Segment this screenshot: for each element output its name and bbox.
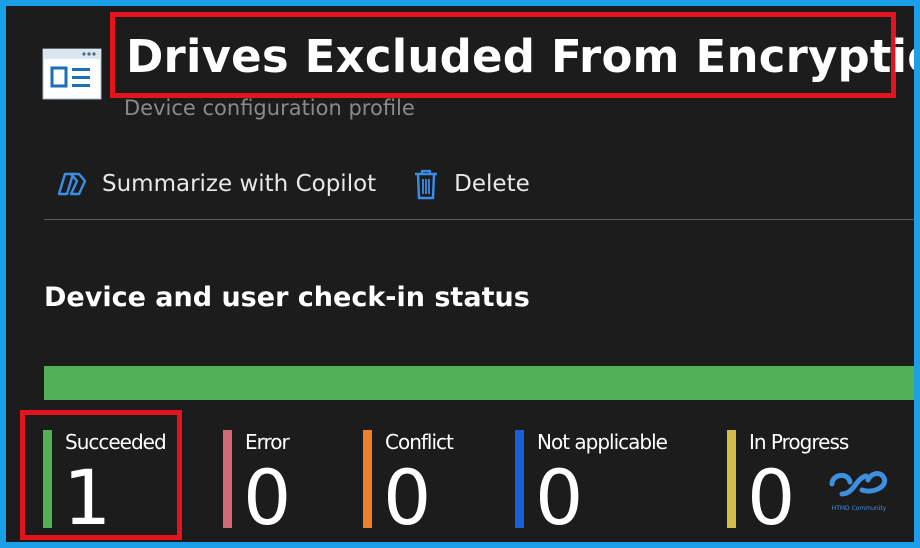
succeeded-highlight-box [20, 410, 182, 540]
trash-icon [415, 169, 438, 200]
watermark-text: HTMD Community [831, 505, 887, 512]
copilot-icon [57, 172, 87, 196]
status-color-bar [515, 430, 524, 528]
profile-window-icon [42, 48, 102, 100]
htmd-logo-icon [829, 471, 888, 497]
status-color-bar [223, 430, 232, 528]
status-label: In Progress [749, 430, 849, 454]
delete-label: Delete [454, 171, 530, 197]
status-label: Conflict [385, 430, 454, 454]
summarize-copilot-button[interactable]: Summarize with Copilot [56, 169, 376, 199]
toolbar-divider [44, 219, 914, 220]
page-subtitle: Device configuration profile [124, 96, 415, 120]
status-count: 0 [747, 453, 796, 542]
htmd-watermark: HTMD Community [824, 468, 894, 512]
status-label: Error [245, 430, 290, 454]
profile-page: Drives Excluded From Encryption Device c… [6, 6, 914, 542]
status-color-bar [727, 430, 736, 528]
checkin-progress-bar [44, 366, 914, 400]
summarize-copilot-label: Summarize with Copilot [102, 171, 377, 197]
command-bar: Summarize with Copilot Delete [56, 164, 566, 204]
status-color-bar [363, 430, 372, 528]
status-label: Not applicable [537, 430, 668, 454]
status-count: 0 [243, 453, 292, 542]
page-title: Drives Excluded From Encryption [126, 30, 914, 83]
delete-button[interactable]: Delete [412, 168, 530, 200]
status-count: 0 [535, 453, 584, 542]
checkin-status-heading: Device and user check-in status [44, 282, 530, 313]
progress-fill-succeeded [44, 366, 914, 400]
status-count: 0 [383, 453, 432, 542]
